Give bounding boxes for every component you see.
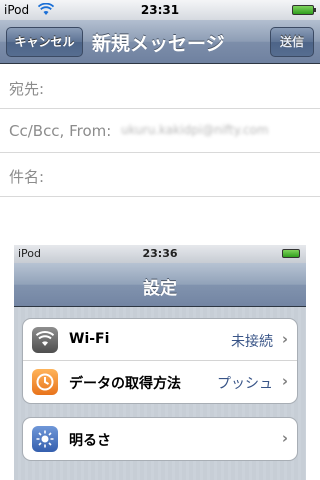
- cancel-button[interactable]: キャンセル: [6, 27, 83, 57]
- fetch-label: データの取得方法: [69, 376, 181, 392]
- cc-bcc-from-label: Cc/Bcc, From:: [9, 122, 112, 140]
- brightness-icon: [32, 426, 58, 452]
- wifi-value: 未接続: [231, 334, 273, 350]
- brightness-label: 明るさ: [69, 433, 111, 449]
- settings-row-wifi: Wi-Fi 未接続 ›: [23, 319, 297, 361]
- cc-bcc-from-field[interactable]: Cc/Bcc, From: ukuru.kakidpi@nifty.com: [0, 109, 320, 153]
- chevron-right-icon: ›: [281, 330, 288, 348]
- fetch-value: プッシュ: [217, 376, 273, 392]
- from-address-value: ukuru.kakidpi@nifty.com: [121, 123, 269, 137]
- chevron-right-icon: ›: [281, 372, 288, 390]
- settings-row-brightness: 明るさ ›: [23, 418, 297, 460]
- screenshot-settings-body: Wi-Fi 未接続 › データの取得方法 プッシュ › 明るさ ›: [14, 307, 306, 480]
- mail-compose-screen: iPod 23:31 キャンセル 新規メッセージ 送信 宛先: Cc/Bcc, …: [0, 0, 320, 480]
- settings-group-network: Wi-Fi 未接続 › データの取得方法 プッシュ ›: [22, 318, 298, 404]
- navigation-bar: キャンセル 新規メッセージ 送信: [0, 20, 320, 64]
- to-label: 宛先:: [9, 80, 45, 98]
- status-bar: iPod 23:31: [0, 0, 320, 20]
- screenshot-time: 23:36: [142, 247, 178, 260]
- screenshot-title: 設定: [143, 279, 177, 299]
- status-time: 23:31: [140, 3, 180, 17]
- fetch-icon: [32, 369, 58, 395]
- wifi-label: Wi-Fi: [69, 331, 110, 347]
- to-field[interactable]: 宛先:: [0, 65, 320, 109]
- chevron-right-icon: ›: [281, 429, 288, 447]
- attached-screenshot-image[interactable]: iPod 23:36 設定 Wi-Fi 未接続 › データの取得方法 プッシュ …: [14, 245, 306, 480]
- page-title: 新規メッセージ: [92, 33, 225, 55]
- settings-group-display: 明るさ ›: [22, 417, 298, 461]
- screenshot-status-bar: iPod 23:36: [14, 245, 306, 263]
- screenshot-navigation-bar: 設定: [14, 263, 306, 307]
- subject-label: 件名:: [9, 168, 45, 186]
- settings-row-fetch: データの取得方法 プッシュ ›: [23, 361, 297, 403]
- send-button[interactable]: 送信: [270, 27, 314, 57]
- wifi-icon: [32, 327, 58, 353]
- battery-icon: [292, 5, 316, 15]
- subject-field[interactable]: 件名:: [0, 153, 320, 197]
- screenshot-battery-icon: [282, 249, 300, 258]
